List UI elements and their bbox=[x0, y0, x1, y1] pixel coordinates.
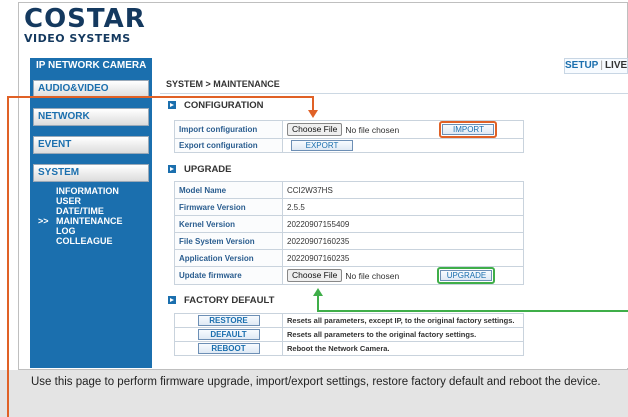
update-firmware-label: Update firmware bbox=[174, 266, 283, 285]
brand-logo: COSTAR VIDEO SYSTEMS bbox=[24, 6, 184, 56]
main-panel: SYSTEM > MAINTENANCE CONFIGURATION Impor… bbox=[152, 74, 628, 368]
export-config-cell: EXPORT bbox=[282, 138, 524, 153]
firmware-version-value: 2.5.5 bbox=[282, 198, 524, 216]
submenu-colleague[interactable]: COLLEAGUE bbox=[36, 236, 150, 246]
submenu-maintenance[interactable]: MAINTENANCE bbox=[36, 216, 150, 226]
submenu-information[interactable]: INFORMATION bbox=[36, 186, 150, 196]
table-row: Export configuration EXPORT bbox=[174, 138, 524, 153]
live-link[interactable]: LIVE bbox=[605, 60, 627, 71]
reboot-button[interactable]: REBOOT bbox=[197, 343, 260, 354]
section-arrow-icon bbox=[168, 101, 176, 109]
firmware-version-label: Firmware Version bbox=[174, 198, 283, 216]
upgrade-title: UPGRADE bbox=[184, 164, 232, 175]
menu-network[interactable]: NETWORK bbox=[33, 108, 149, 126]
configuration-heading: CONFIGURATION bbox=[168, 100, 264, 111]
model-name-label: Model Name bbox=[174, 181, 283, 199]
configuration-title: CONFIGURATION bbox=[184, 100, 264, 111]
firmware-file-status: No file chosen bbox=[345, 270, 400, 281]
default-cell: DEFAULT bbox=[174, 327, 283, 342]
upgrade-highlight: UPGRADE bbox=[437, 267, 496, 284]
table-row: Firmware Version 2.5.5 bbox=[174, 198, 524, 216]
restore-button[interactable]: RESTORE bbox=[197, 315, 260, 326]
factory-default-heading: FACTORY DEFAULT bbox=[168, 295, 274, 306]
product-title: IP NETWORK CAMERA bbox=[30, 58, 152, 74]
factory-default-title: FACTORY DEFAULT bbox=[184, 295, 275, 306]
table-row: Update firmware Choose File No file chose… bbox=[174, 266, 524, 285]
import-config-label: Import configuration bbox=[174, 120, 283, 139]
default-description: Resets all parameters to the original fa… bbox=[282, 327, 524, 342]
setup-live-switch: SETUP | LIVE bbox=[564, 58, 628, 74]
export-config-label: Export configuration bbox=[174, 138, 283, 153]
table-row: Model Name CCI2W37HS bbox=[174, 181, 524, 199]
top-bar: IP NETWORK CAMERA SETUP | LIVE bbox=[30, 58, 628, 74]
application-version-value: 20220907160235 bbox=[282, 249, 524, 267]
menu-system[interactable]: SYSTEM bbox=[33, 164, 149, 182]
submenu-log[interactable]: LOG bbox=[36, 226, 150, 236]
upgrade-heading: UPGRADE bbox=[168, 164, 232, 175]
section-arrow-icon bbox=[168, 165, 176, 173]
caption-text: Use this page to perform firmware upgrad… bbox=[0, 370, 628, 417]
upgrade-button[interactable]: UPGRADE bbox=[440, 270, 493, 281]
orange-callout-drop-line bbox=[312, 96, 314, 111]
firmware-choose-file-button[interactable]: Choose File bbox=[287, 269, 343, 282]
default-button[interactable]: DEFAULT bbox=[197, 329, 260, 340]
import-choose-file-button[interactable]: Choose File bbox=[287, 123, 343, 136]
setup-link[interactable]: SETUP bbox=[565, 60, 598, 71]
separator: | bbox=[600, 60, 603, 71]
upgrade-table: Model Name CCI2W37HS Firmware Version 2.5.… bbox=[174, 181, 524, 285]
system-submenu: INFORMATION USER DATE/TIME MAINTENANCE L… bbox=[36, 186, 150, 246]
submenu-date-time[interactable]: DATE/TIME bbox=[36, 206, 150, 216]
reboot-description: Reboot the Network Camera. bbox=[282, 341, 524, 356]
section-arrow-icon bbox=[168, 296, 176, 304]
orange-callout-vertical-line bbox=[7, 96, 9, 417]
restore-description: Resets all parameters, except IP, to the… bbox=[282, 313, 524, 328]
import-button[interactable]: IMPORT bbox=[442, 124, 495, 135]
brand-name: COSTAR bbox=[24, 4, 146, 34]
orange-callout-horizontal-line bbox=[7, 96, 313, 98]
restore-cell: RESTORE bbox=[174, 313, 283, 328]
table-row: Application Version 20220907160235 bbox=[174, 249, 524, 267]
update-firmware-cell: Choose File No file chosen UPGRADE bbox=[282, 266, 524, 285]
kernel-version-label: Kernel Version bbox=[174, 215, 283, 233]
file-system-version-label: File System Version bbox=[174, 232, 283, 250]
model-name-value: CCI2W37HS bbox=[282, 181, 524, 199]
file-system-version-value: 20220907160235 bbox=[282, 232, 524, 250]
import-config-cell: Choose File No file chosen IMPORT bbox=[282, 120, 524, 139]
green-callout-horizontal-line bbox=[317, 310, 628, 312]
sidebar: AUDIO&VIDEO NETWORK EVENT SYSTEM INFORMA… bbox=[30, 74, 152, 368]
table-row: REBOOT Reboot the Network Camera. bbox=[174, 341, 524, 356]
application-version-label: Application Version bbox=[174, 249, 283, 267]
submenu-user[interactable]: USER bbox=[36, 196, 150, 206]
green-arrowhead-icon bbox=[313, 288, 323, 296]
kernel-version-value: 20220907155409 bbox=[282, 215, 524, 233]
table-row: Import configuration Choose File No file … bbox=[174, 120, 524, 139]
brand-subtitle: VIDEO SYSTEMS bbox=[24, 32, 131, 45]
table-row: DEFAULT Resets all parameters to the ori… bbox=[174, 327, 524, 342]
menu-event[interactable]: EVENT bbox=[33, 136, 149, 154]
import-highlight: IMPORT bbox=[439, 121, 498, 138]
orange-arrowhead-icon bbox=[308, 110, 318, 118]
reboot-cell: REBOOT bbox=[174, 341, 283, 356]
configuration-table: Import configuration Choose File No file … bbox=[174, 120, 524, 153]
breadcrumb-divider bbox=[160, 93, 628, 94]
table-row: RESTORE Resets all parameters, except IP… bbox=[174, 313, 524, 328]
table-row: File System Version 20220907160235 bbox=[174, 232, 524, 250]
breadcrumb: SYSTEM > MAINTENANCE bbox=[166, 79, 280, 89]
import-file-status: No file chosen bbox=[345, 124, 400, 135]
table-row: Kernel Version 20220907155409 bbox=[174, 215, 524, 233]
export-button[interactable]: EXPORT bbox=[291, 140, 353, 151]
factory-default-table: RESTORE Resets all parameters, except IP… bbox=[174, 313, 524, 356]
